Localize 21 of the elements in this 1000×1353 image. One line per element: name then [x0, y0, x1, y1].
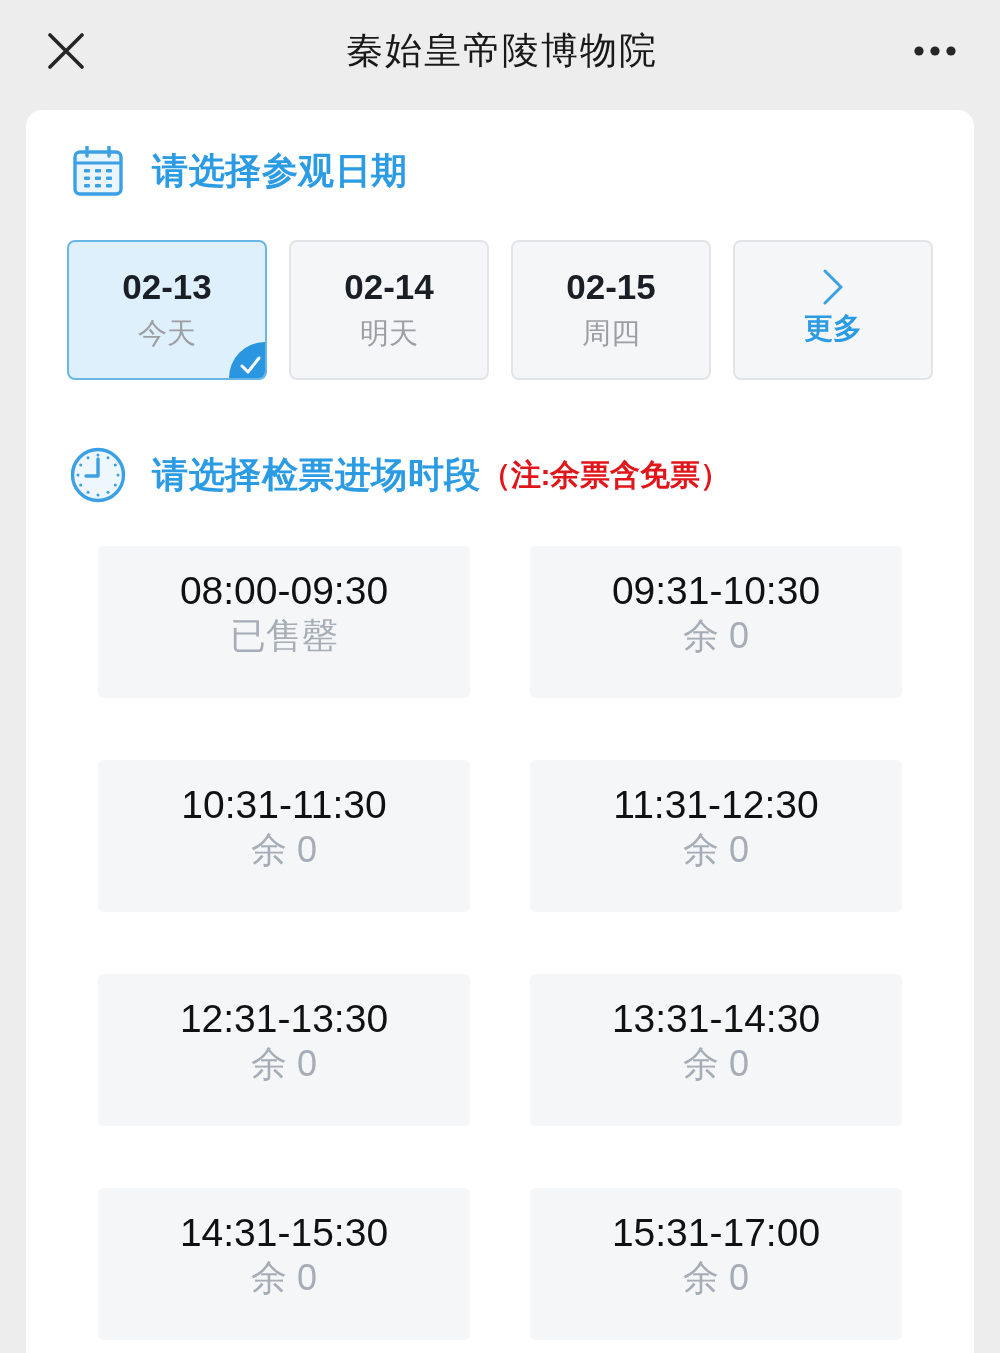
window-title: 秦始皇帝陵博物院	[346, 29, 658, 73]
date-option[interactable]: 02-14 明天	[289, 240, 489, 380]
date-option[interactable]: 02-15 周四	[511, 240, 711, 380]
time-slot[interactable]: 13:31-14:30 余 0	[530, 974, 902, 1126]
time-slot[interactable]: 11:31-12:30 余 0	[530, 760, 902, 912]
clock-icon	[70, 447, 126, 503]
chevron-right-icon	[822, 269, 844, 305]
section-title: 请选择检票进场时段	[152, 452, 481, 497]
time-slot[interactable]: 15:31-17:00 余 0	[530, 1188, 902, 1340]
time-slot[interactable]: 09:31-10:30 余 0	[530, 546, 902, 698]
close-icon[interactable]	[48, 33, 84, 69]
time-slot[interactable]: 10:31-11:30 余 0	[98, 760, 470, 912]
note-text: （注:余票含免票）	[480, 456, 731, 493]
check-icon	[229, 342, 265, 378]
time-slot[interactable]: 12:31-13:30 余 0	[98, 974, 470, 1126]
time-slot[interactable]: 08:00-09:30 已售罄	[98, 546, 470, 698]
time-slot[interactable]: 14:31-15:30 余 0	[98, 1188, 470, 1340]
calendar-icon	[73, 146, 123, 196]
date-option[interactable]: 02-13 今天	[67, 240, 267, 380]
more-icon[interactable]	[914, 46, 956, 56]
section-title: 请选择参观日期	[152, 148, 408, 193]
